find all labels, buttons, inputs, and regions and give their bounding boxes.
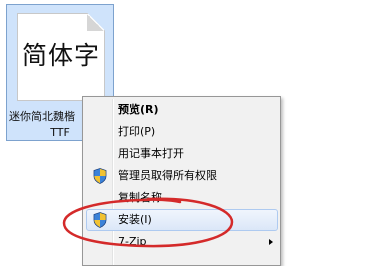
menu-item-label: 管理员取得所有权限 [118, 169, 217, 182]
uac-shield-icon [93, 168, 107, 184]
menu-item-print[interactable]: 打印(P) [86, 121, 278, 143]
menu-item-label: 用记事本打开 [118, 147, 184, 160]
menu-item-label: 预览(R) [118, 103, 159, 116]
page-fold-corner [87, 14, 104, 31]
menu-item-take-ownership[interactable]: 管理员取得所有权限 [86, 165, 278, 187]
font-file-icon: 简体字 [17, 13, 105, 101]
red-annotation-ellipse [62, 197, 234, 248]
font-preview-text: 简体字 [21, 41, 100, 70]
submenu-arrow-icon [269, 239, 273, 245]
menu-item-preview[interactable]: 预览(R) [86, 99, 278, 121]
menu-item-open-with-notepad[interactable]: 用记事本打开 [86, 143, 278, 165]
menu-item-label: 打印(P) [118, 125, 156, 138]
